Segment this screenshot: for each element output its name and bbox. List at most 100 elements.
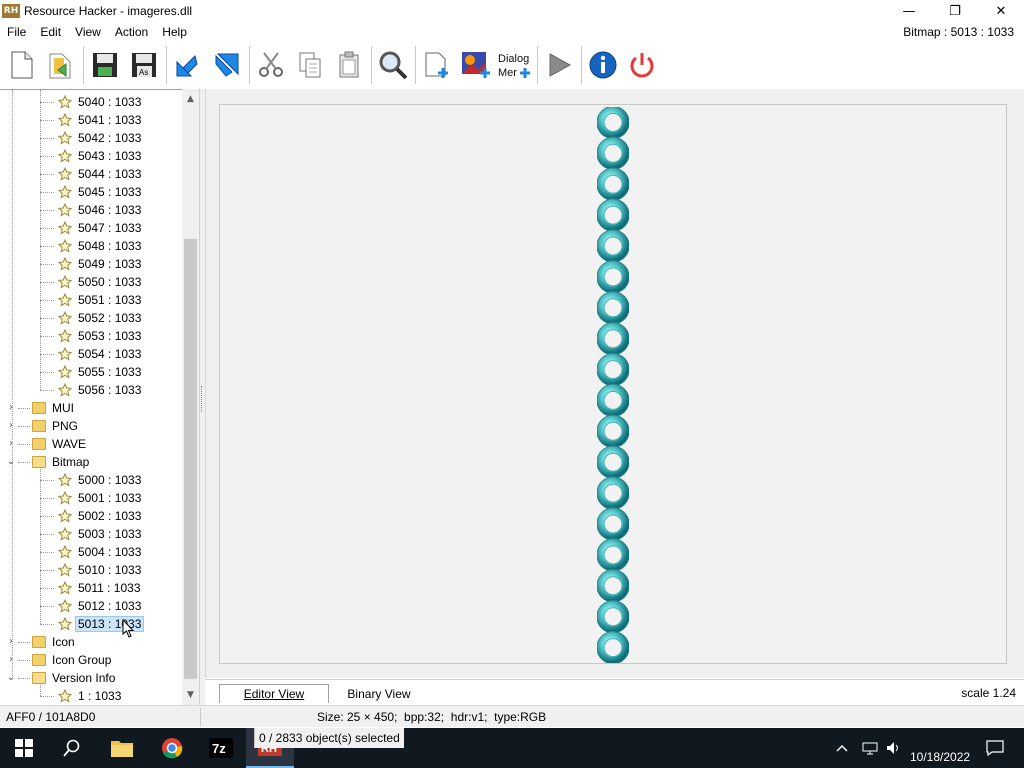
tree-item-bitmap[interactable]: 5052 : 1033 <box>0 309 182 327</box>
tree-item-bitmap[interactable]: 5047 : 1033 <box>0 219 182 237</box>
chrome-button[interactable] <box>148 728 196 768</box>
cut-button[interactable] <box>253 45 289 85</box>
copy-button[interactable] <box>292 45 328 85</box>
tree-item-label: 5012 : 1033 <box>78 599 142 613</box>
tree-item-bitmap[interactable]: 5001 : 1033 <box>0 489 182 507</box>
close-button[interactable]: ✕ <box>978 0 1024 22</box>
menu-file[interactable]: File <box>0 25 32 39</box>
tree-item-bitmap[interactable]: 5050 : 1033 <box>0 273 182 291</box>
tree-item-bitmap[interactable]: 5041 : 1033 <box>0 111 182 129</box>
tree-folder-png[interactable]: › PNG <box>0 417 182 435</box>
chevron-right-icon[interactable]: › <box>6 637 16 647</box>
star-icon <box>57 688 73 703</box>
scrollbar-thumb[interactable] <box>184 239 197 679</box>
scroll-up-arrow-icon[interactable]: ▲ <box>182 91 199 108</box>
network-icon[interactable] <box>862 741 878 755</box>
7zip-button[interactable]: 7z <box>197 728 245 768</box>
tree-item-bitmap[interactable]: 5012 : 1033 <box>0 597 182 615</box>
minimize-button[interactable]: — <box>886 0 932 22</box>
ring-image <box>597 476 629 510</box>
dialog-label: Dialog <box>498 53 529 65</box>
add-image-button[interactable] <box>458 45 494 85</box>
tree-item-bitmap[interactable]: 5011 : 1033 <box>0 579 182 597</box>
chevron-right-icon[interactable]: › <box>6 421 16 431</box>
scale-label: scale 1.24 <box>961 686 1016 700</box>
start-button[interactable] <box>0 728 48 768</box>
7zip-label: 7z <box>212 741 226 756</box>
address-status: AFF0 / 101A8D0 <box>6 710 96 724</box>
tree-folder-icon-group[interactable]: › Icon Group <box>0 651 182 669</box>
menu-help[interactable]: Help <box>154 25 193 39</box>
tab-binary-view[interactable]: Binary View <box>335 684 423 703</box>
tree-item-bitmap[interactable]: 5043 : 1033 <box>0 147 182 165</box>
chevron-up-icon[interactable] <box>836 743 848 753</box>
save-as-button[interactable]: As <box>126 45 162 85</box>
star-icon <box>57 148 73 163</box>
exit-button[interactable] <box>624 45 660 85</box>
tree-item-bitmap[interactable]: 5051 : 1033 <box>0 291 182 309</box>
tree-item-bitmap[interactable]: 5046 : 1033 <box>0 201 182 219</box>
menu-action[interactable]: Action <box>107 25 154 39</box>
scroll-down-arrow-icon[interactable]: ▼ <box>182 687 199 704</box>
taskbar-search-button[interactable] <box>48 728 96 768</box>
star-icon <box>57 238 73 253</box>
chevron-right-icon[interactable]: › <box>6 439 16 449</box>
back-button[interactable] <box>170 45 206 85</box>
info-icon <box>589 51 617 79</box>
tree-folder-icon[interactable]: › Icon <box>0 633 182 651</box>
tree-item-bitmap[interactable]: 5040 : 1033 <box>0 93 182 111</box>
toolbar-separator <box>415 46 416 84</box>
tree-item-bitmap[interactable]: 5002 : 1033 <box>0 507 182 525</box>
window-controls: — ❐ ✕ <box>886 0 1024 22</box>
tree-item-version[interactable]: 1 : 1033 <box>0 687 182 705</box>
new-file-button[interactable] <box>4 45 40 85</box>
star-icon <box>57 112 73 127</box>
tree-item-bitmap[interactable]: 5010 : 1033 <box>0 561 182 579</box>
tree-item-bitmap[interactable]: 5042 : 1033 <box>0 129 182 147</box>
tree-item-bitmap[interactable]: 5013 : 1033 <box>0 615 182 633</box>
tree-item-bitmap[interactable]: 5049 : 1033 <box>0 255 182 273</box>
tree-item-bitmap[interactable]: 5048 : 1033 <box>0 237 182 255</box>
tree-connector <box>40 606 54 607</box>
splitter-grip[interactable] <box>201 386 203 412</box>
dialog-menu-button[interactable]: Dialog Mer <box>497 45 533 85</box>
maximize-button[interactable]: ❐ <box>932 0 978 22</box>
tree-item-bitmap[interactable]: 5056 : 1033 <box>0 381 182 399</box>
resource-tree[interactable]: 5040 : 1033 5041 : 1033 5042 : 1033 5043 : … <box>0 89 200 705</box>
tab-editor-view[interactable]: Editor View <box>219 684 329 703</box>
tree-item-bitmap[interactable]: 5055 : 1033 <box>0 363 182 381</box>
tree-folder-version-info[interactable]: ⌄ Version Info <box>0 669 182 687</box>
tree-item-bitmap[interactable]: 5045 : 1033 <box>0 183 182 201</box>
compile-run-button[interactable] <box>541 45 577 85</box>
chevron-right-icon[interactable]: › <box>6 403 16 413</box>
folder-open-icon <box>32 456 46 468</box>
tree-scrollbar[interactable]: ▲ ▼ <box>182 89 199 705</box>
tree-item-bitmap[interactable]: 5004 : 1033 <box>0 543 182 561</box>
tree-folder-wave[interactable]: › WAVE <box>0 435 182 453</box>
file-explorer-button[interactable] <box>98 728 146 768</box>
paste-button[interactable] <box>331 45 367 85</box>
forward-button[interactable] <box>209 45 245 85</box>
tree-item-bitmap[interactable]: 5000 : 1033 <box>0 471 182 489</box>
open-button[interactable] <box>43 45 79 85</box>
chevron-down-icon[interactable]: ⌄ <box>6 673 16 683</box>
tree-item-label: 5041 : 1033 <box>78 113 142 127</box>
volume-icon[interactable] <box>886 741 902 755</box>
chevron-right-icon[interactable]: › <box>6 655 16 665</box>
add-resource-button[interactable] <box>419 45 455 85</box>
tree-folder-bitmap[interactable]: ⌄ Bitmap <box>0 453 182 471</box>
tree-item-bitmap[interactable]: 5044 : 1033 <box>0 165 182 183</box>
tree-item-bitmap[interactable]: 5053 : 1033 <box>0 327 182 345</box>
save-button[interactable] <box>87 45 123 85</box>
copy-icon <box>299 52 321 78</box>
menu-edit[interactable]: Edit <box>32 25 67 39</box>
chevron-down-icon[interactable]: ⌄ <box>6 457 16 467</box>
about-button[interactable] <box>585 45 621 85</box>
tree-item-bitmap[interactable]: 5054 : 1033 <box>0 345 182 363</box>
ring-image <box>597 538 629 572</box>
tree-item-bitmap[interactable]: 5003 : 1033 <box>0 525 182 543</box>
menu-view[interactable]: View <box>67 25 107 39</box>
notification-icon[interactable] <box>986 740 1004 756</box>
tree-folder-mui[interactable]: › MUI <box>0 399 182 417</box>
find-button[interactable] <box>375 45 411 85</box>
